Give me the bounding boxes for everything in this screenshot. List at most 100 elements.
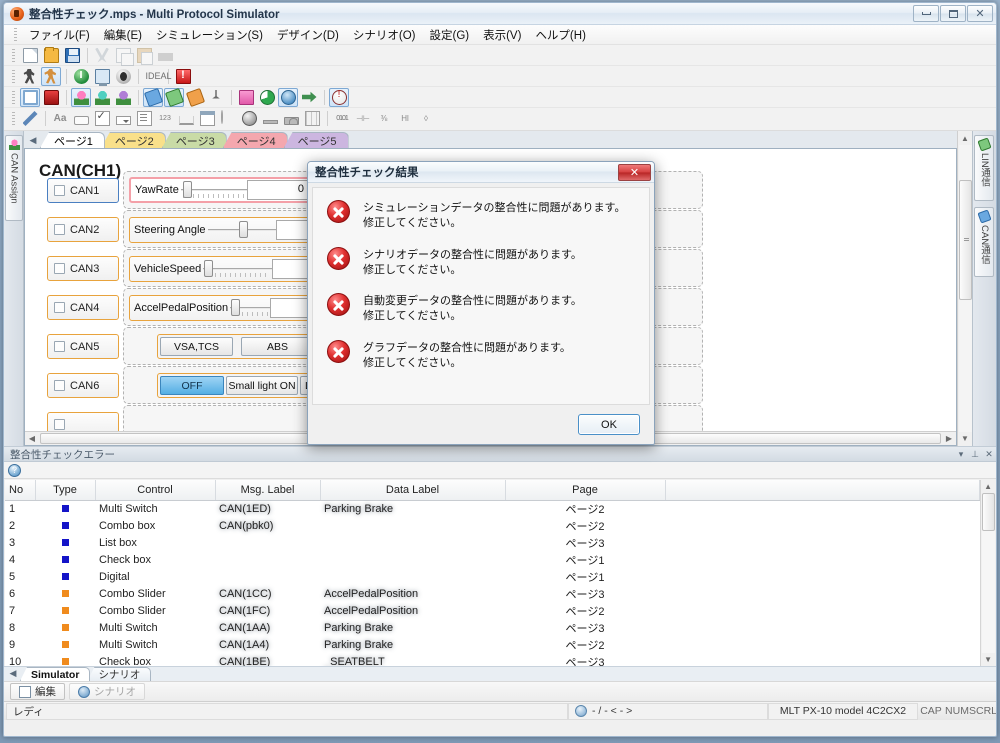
vscroll-thumb[interactable]: [958, 180, 972, 300]
calendar-button[interactable]: [197, 109, 217, 128]
new-document-button[interactable]: [20, 46, 40, 65]
table-row[interactable]: 6 Combo Slider CAN(1CC) AccelPedalPosition ペ…: [5, 585, 980, 602]
slider-value[interactable]: 0: [247, 180, 309, 200]
misc4-button[interactable]: ◊: [416, 109, 436, 128]
slider-track[interactable]: [207, 220, 276, 240]
table-row[interactable]: 3 List box ページ3: [5, 534, 980, 551]
pin-button[interactable]: [206, 88, 226, 107]
cut-button[interactable]: [92, 46, 112, 65]
checkbox-button[interactable]: [92, 109, 112, 128]
tab-page-3[interactable]: ページ3: [161, 132, 227, 148]
lock-button[interactable]: [281, 109, 301, 128]
column-header-msg[interactable]: Msg. Label: [215, 480, 321, 501]
tab-simulator[interactable]: Simulator: [20, 667, 91, 681]
slider-track[interactable]: [230, 298, 271, 318]
numeric-button[interactable]: 123: [155, 109, 175, 128]
monitor-button[interactable]: [92, 67, 112, 86]
menu-edit[interactable]: 編集(E): [97, 25, 149, 45]
button-vsa-tcs[interactable]: VSA,TCS: [160, 337, 233, 356]
table-row[interactable]: 8 Multi Switch CAN(1AA) Parking Brake ページ3: [5, 619, 980, 636]
misc1-button[interactable]: ⊣⊢: [353, 109, 373, 128]
column-header-page[interactable]: Page: [505, 480, 666, 501]
edit-button[interactable]: 編集: [10, 683, 65, 700]
menu-help[interactable]: ヘルプ(H): [528, 25, 592, 45]
dropdown-icon[interactable]: ▾: [954, 448, 968, 461]
channel-label-can6[interactable]: CAN6: [47, 373, 119, 398]
vscroll-up-arrow[interactable]: ▲: [959, 132, 972, 145]
menu-file[interactable]: ファイル(F): [22, 25, 97, 45]
debug-button[interactable]: [113, 67, 133, 86]
chart-button[interactable]: [257, 88, 277, 107]
channel-label-can2[interactable]: CAN2: [47, 217, 119, 242]
column-header-data[interactable]: Data Label: [320, 480, 506, 501]
check-consistency-button[interactable]: [173, 67, 193, 86]
slider-control-accelpedalposition[interactable]: AccelPedalPosition 0: [129, 295, 324, 321]
other-assign-button[interactable]: [113, 88, 133, 107]
copy-button[interactable]: [113, 46, 134, 66]
tab-page-4[interactable]: ページ4: [222, 132, 288, 148]
can-assign-button[interactable]: [71, 87, 91, 107]
help-icon[interactable]: ?: [8, 463, 21, 477]
panel-button[interactable]: [20, 87, 40, 107]
grid-scroll-thumb[interactable]: [981, 493, 995, 531]
toolbar-grip-1[interactable]: [12, 48, 15, 62]
toolbar-overflow-1[interactable]: [155, 46, 175, 65]
misc3-button[interactable]: Hl: [395, 109, 415, 128]
toolbar-grip-2[interactable]: [12, 69, 15, 83]
table-row[interactable]: 4 Check box ページ1: [5, 551, 980, 568]
wand-button[interactable]: [20, 109, 40, 128]
card-button[interactable]: [236, 88, 256, 107]
close-icon[interactable]: ✕: [982, 448, 996, 461]
globe-button[interactable]: [278, 87, 298, 107]
open-file-button[interactable]: [41, 46, 61, 65]
sidebar-item-can-assign[interactable]: CAN Assign: [5, 135, 23, 221]
slider-knob[interactable]: [182, 181, 192, 198]
knob-button[interactable]: [239, 109, 259, 128]
other-comm-button[interactable]: [185, 87, 205, 107]
grid-scroll-track[interactable]: [981, 493, 995, 653]
close-button[interactable]: ✕: [967, 5, 993, 22]
vscroll-down-arrow[interactable]: ▼: [959, 432, 972, 445]
text-button[interactable]: Aa: [50, 109, 70, 128]
can-comm-button[interactable]: [143, 87, 163, 107]
sidebar-item-can-comm[interactable]: CAN通信: [974, 207, 994, 277]
hscroll-left-arrow[interactable]: ◀: [25, 432, 39, 445]
rectangle-button[interactable]: [71, 109, 91, 128]
lin-assign-button[interactable]: [92, 88, 112, 107]
tab-scenario[interactable]: シナリオ: [87, 667, 152, 681]
ideal-button[interactable]: IDEAL: [143, 67, 172, 86]
channel-checkbox[interactable]: [54, 263, 65, 274]
menu-view[interactable]: 表示(V): [476, 25, 528, 45]
menu-simulation[interactable]: シミュレーション(S): [149, 25, 270, 45]
slider-knob[interactable]: [203, 260, 213, 277]
play-arrow-button[interactable]: [299, 88, 319, 107]
channel-checkbox[interactable]: [54, 341, 65, 352]
combobox-button[interactable]: [113, 109, 133, 128]
table-row[interactable]: 10 Check box CAN(1BE) _SEATBELT ページ3: [5, 653, 980, 667]
canvas-vscrollbar[interactable]: ▲ ▼: [957, 131, 972, 446]
grid-scroll-up[interactable]: ▲: [982, 480, 995, 493]
grid-scroll-down[interactable]: ▼: [982, 653, 995, 666]
button-off[interactable]: OFF: [160, 376, 224, 395]
step-simulation-button[interactable]: [41, 66, 61, 86]
channel-checkbox[interactable]: [54, 302, 65, 313]
listbox-button[interactable]: [134, 109, 154, 128]
button-abs[interactable]: ABS: [241, 337, 314, 356]
slider-control-vehiclespeed[interactable]: VehicleSpeed 0: [129, 256, 337, 282]
channel-label-can5[interactable]: CAN5: [47, 334, 119, 359]
menu-design[interactable]: デザイン(D): [270, 25, 346, 45]
scenario-button[interactable]: シナリオ: [69, 683, 145, 700]
table-row[interactable]: 2 Combo box CAN(pbk0) ページ2: [5, 517, 980, 534]
toolbar-grip-4[interactable]: [12, 112, 15, 125]
channel-checkbox[interactable]: [54, 380, 65, 391]
channel-checkbox[interactable]: [54, 224, 65, 235]
slider-knob[interactable]: [239, 221, 249, 238]
alarm-button[interactable]: [41, 88, 61, 107]
warning-button[interactable]: [329, 87, 349, 107]
column-header-type[interactable]: Type: [35, 480, 96, 501]
bottom-tab-scroll-left[interactable]: ◀: [6, 665, 20, 681]
column-header-no[interactable]: No: [5, 480, 36, 501]
menu-grip[interactable]: [14, 28, 17, 41]
error-grid-container[interactable]: No Type Control Msg. Label Data Label Pa…: [5, 480, 995, 666]
paste-button[interactable]: [134, 46, 154, 65]
